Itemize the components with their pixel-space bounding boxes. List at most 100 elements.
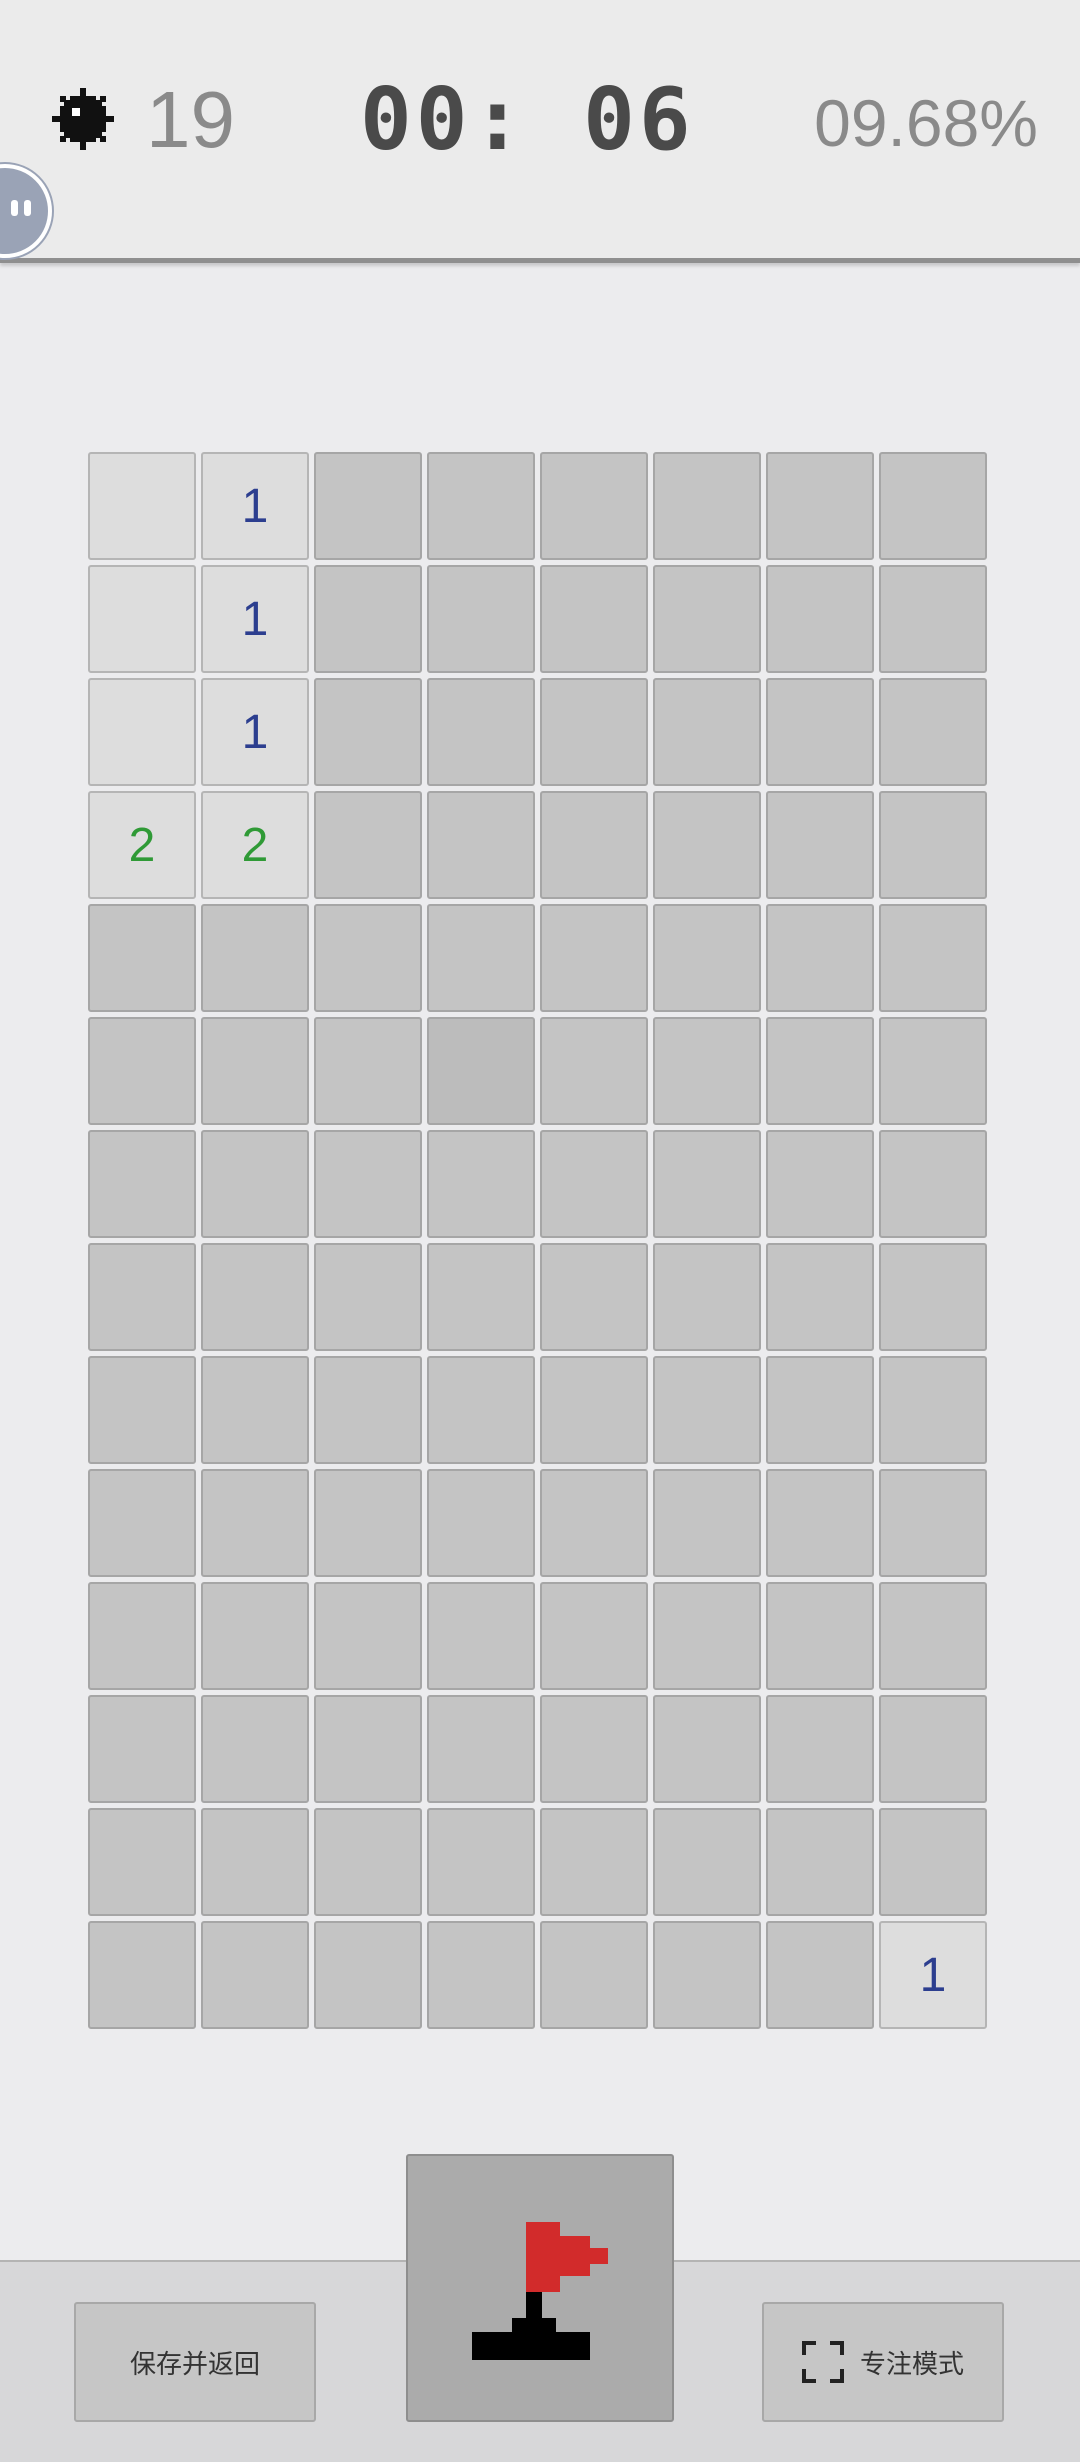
board-cell-hidden[interactable]	[427, 1921, 535, 2029]
board-cell-hidden[interactable]	[314, 1469, 422, 1577]
board-cell-hidden[interactable]	[766, 678, 874, 786]
board-cell-hidden[interactable]	[879, 452, 987, 560]
board-cell-hidden[interactable]	[653, 1469, 761, 1577]
board-cell-hidden[interactable]	[314, 565, 422, 673]
board-cell-number[interactable]: 2	[88, 791, 196, 899]
board-cell-hidden[interactable]	[653, 1582, 761, 1690]
board-cell-hidden[interactable]	[879, 1130, 987, 1238]
board-cell-hidden[interactable]	[314, 791, 422, 899]
board-cell-hidden[interactable]	[766, 1808, 874, 1916]
board-cell-hidden[interactable]	[653, 678, 761, 786]
board-cell-hidden[interactable]	[766, 904, 874, 1012]
board-cell-hidden[interactable]	[766, 1695, 874, 1803]
board-cell-hidden[interactable]	[540, 904, 648, 1012]
board-cell-hidden[interactable]	[88, 1130, 196, 1238]
board-cell-hidden[interactable]	[427, 1017, 535, 1125]
board-cell-hidden[interactable]	[766, 452, 874, 560]
board-cell-hidden[interactable]	[88, 1921, 196, 2029]
board-cell-hidden[interactable]	[766, 1130, 874, 1238]
board-cell-hidden[interactable]	[653, 1356, 761, 1464]
board-cell-hidden[interactable]	[201, 1017, 309, 1125]
board-cell-hidden[interactable]	[427, 1469, 535, 1577]
board-cell-hidden[interactable]	[427, 904, 535, 1012]
board-cell-hidden[interactable]	[653, 1130, 761, 1238]
board-cell-empty[interactable]	[88, 565, 196, 673]
board-cell-hidden[interactable]	[201, 1921, 309, 2029]
board-cell-number[interactable]: 1	[879, 1921, 987, 2029]
board-cell-hidden[interactable]	[540, 1921, 648, 2029]
board-cell-hidden[interactable]	[540, 565, 648, 673]
board-cell-hidden[interactable]	[88, 1695, 196, 1803]
board-cell-hidden[interactable]	[540, 791, 648, 899]
board-cell-hidden[interactable]	[88, 1469, 196, 1577]
board-cell-number[interactable]: 1	[201, 678, 309, 786]
save-and-return-button[interactable]: 保存并返回	[74, 2302, 316, 2422]
board-cell-hidden[interactable]	[653, 452, 761, 560]
board-cell-hidden[interactable]	[540, 1808, 648, 1916]
board-cell-hidden[interactable]	[88, 904, 196, 1012]
board-cell-hidden[interactable]	[879, 1695, 987, 1803]
board-cell-number[interactable]: 1	[201, 565, 309, 673]
board-cell-hidden[interactable]	[314, 1130, 422, 1238]
board-cell-hidden[interactable]	[88, 1017, 196, 1125]
board-cell-hidden[interactable]	[766, 1921, 874, 2029]
board-cell-hidden[interactable]	[427, 1582, 535, 1690]
board-cell-hidden[interactable]	[653, 1921, 761, 2029]
board-cell-hidden[interactable]	[540, 452, 648, 560]
board-cell-hidden[interactable]	[766, 791, 874, 899]
board-cell-hidden[interactable]	[201, 1130, 309, 1238]
board-cell-number[interactable]: 2	[201, 791, 309, 899]
board-cell-hidden[interactable]	[314, 1808, 422, 1916]
board-cell-hidden[interactable]	[766, 1356, 874, 1464]
board-cell-hidden[interactable]	[540, 1356, 648, 1464]
board-cell-hidden[interactable]	[653, 565, 761, 673]
board-cell-hidden[interactable]	[88, 1582, 196, 1690]
board-cell-hidden[interactable]	[653, 791, 761, 899]
board-cell-hidden[interactable]	[879, 1469, 987, 1577]
board-cell-hidden[interactable]	[201, 1356, 309, 1464]
board-cell-hidden[interactable]	[314, 1017, 422, 1125]
board-cell-hidden[interactable]	[427, 1695, 535, 1803]
board-cell-number[interactable]: 1	[201, 452, 309, 560]
board-cell-hidden[interactable]	[540, 1469, 648, 1577]
board-cell-hidden[interactable]	[314, 678, 422, 786]
board-cell-hidden[interactable]	[201, 1469, 309, 1577]
board-cell-hidden[interactable]	[540, 1695, 648, 1803]
board-cell-hidden[interactable]	[201, 1808, 309, 1916]
board-cell-hidden[interactable]	[879, 1017, 987, 1125]
board-cell-hidden[interactable]	[879, 1243, 987, 1351]
board-cell-hidden[interactable]	[201, 904, 309, 1012]
board-cell-hidden[interactable]	[766, 1017, 874, 1125]
board-cell-hidden[interactable]	[766, 1469, 874, 1577]
board-cell-hidden[interactable]	[653, 1017, 761, 1125]
board-cell-hidden[interactable]	[201, 1582, 309, 1690]
board-cell-hidden[interactable]	[540, 1582, 648, 1690]
board-cell-hidden[interactable]	[88, 1356, 196, 1464]
board-cell-hidden[interactable]	[766, 565, 874, 673]
board-cell-hidden[interactable]	[879, 1582, 987, 1690]
flag-mode-button[interactable]	[406, 2154, 674, 2422]
board-cell-hidden[interactable]	[540, 1017, 648, 1125]
board-cell-hidden[interactable]	[766, 1243, 874, 1351]
board-cell-hidden[interactable]	[879, 678, 987, 786]
board-cell-hidden[interactable]	[201, 1695, 309, 1803]
board-cell-hidden[interactable]	[879, 565, 987, 673]
board-cell-hidden[interactable]	[427, 1243, 535, 1351]
board-cell-hidden[interactable]	[879, 1808, 987, 1916]
board-cell-hidden[interactable]	[427, 452, 535, 560]
board-cell-hidden[interactable]	[427, 791, 535, 899]
board-cell-hidden[interactable]	[314, 1582, 422, 1690]
board-cell-hidden[interactable]	[88, 1243, 196, 1351]
board-cell-empty[interactable]	[88, 452, 196, 560]
board-cell-empty[interactable]	[88, 678, 196, 786]
board-cell-hidden[interactable]	[427, 678, 535, 786]
board-cell-hidden[interactable]	[88, 1808, 196, 1916]
board-cell-hidden[interactable]	[201, 1243, 309, 1351]
board-cell-hidden[interactable]	[879, 791, 987, 899]
board-cell-hidden[interactable]	[314, 1356, 422, 1464]
board-cell-hidden[interactable]	[540, 1243, 648, 1351]
board-cell-hidden[interactable]	[879, 1356, 987, 1464]
board-cell-hidden[interactable]	[314, 1243, 422, 1351]
board-cell-hidden[interactable]	[314, 1695, 422, 1803]
board-cell-hidden[interactable]	[427, 565, 535, 673]
